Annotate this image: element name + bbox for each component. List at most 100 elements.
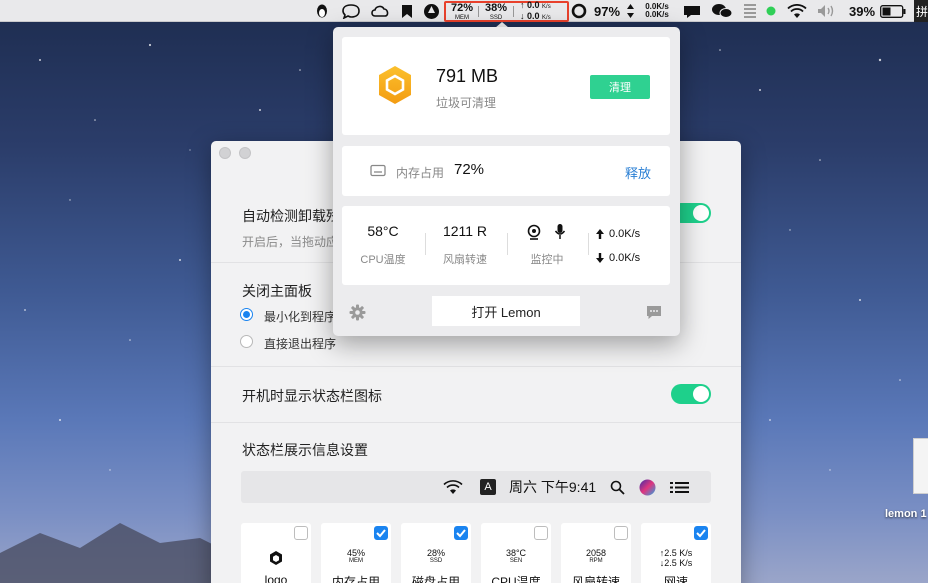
mem-value: 72% bbox=[450, 1, 474, 14]
clean-button[interactable]: 清理 bbox=[590, 75, 650, 99]
net-unit: K/s bbox=[542, 14, 551, 21]
statusbar-option-disk[interactable]: 28% SSD 磁盘占用 bbox=[401, 523, 471, 583]
junk-size: 791 MB bbox=[436, 66, 499, 86]
statusbar-preview: A 周六 下午9:41 bbox=[241, 471, 711, 503]
lemon-status-popup: 791 MB 垃圾可清理 清理 内存占用 72% 释放 58°C CPU温度 1… bbox=[333, 27, 680, 336]
siri-icon bbox=[639, 471, 656, 503]
cpu-temp-value: 58°C bbox=[367, 223, 399, 239]
desktop-file-label[interactable]: lemon 1 bbox=[885, 508, 927, 520]
battery-percent[interactable]: 39% bbox=[847, 0, 877, 22]
preview-clock: 周六 下午9:41 bbox=[509, 479, 597, 495]
penguin-icon[interactable] bbox=[313, 0, 331, 22]
input-method-indicator[interactable]: 拼 bbox=[914, 0, 928, 22]
net-up-value: 0.0 bbox=[527, 0, 540, 10]
camera-icon[interactable] bbox=[527, 224, 541, 240]
upload-speed-value: 0.0K/s bbox=[609, 228, 641, 240]
metric-divider bbox=[425, 233, 426, 255]
close-panel-title: 关闭主面板 bbox=[242, 283, 312, 299]
chat-bubble-icon[interactable] bbox=[340, 0, 362, 22]
option-checkbox[interactable] bbox=[534, 526, 548, 540]
close-window-button[interactable] bbox=[219, 147, 231, 159]
option-label: 内存占用 bbox=[331, 575, 380, 583]
mem-stat: 72% MEM bbox=[446, 1, 478, 21]
junk-panel: 791 MB 垃圾可清理 清理 bbox=[342, 37, 670, 135]
auto-detect-description: 开启后，当拖动应 bbox=[242, 235, 339, 249]
arrows-updown-icon bbox=[624, 0, 636, 22]
radio-minimize-label[interactable]: 最小化到程序 bbox=[264, 308, 336, 325]
ssd-stat: 38% SSD bbox=[479, 2, 513, 21]
desktop-file-icon[interactable] bbox=[913, 438, 928, 494]
option-value: ↑2.5 K/s bbox=[659, 548, 693, 558]
option-label: 网速 bbox=[663, 575, 688, 583]
radio-exit-label[interactable]: 直接退出程序 bbox=[264, 335, 336, 352]
messages-icon[interactable] bbox=[682, 0, 702, 22]
option-preview-value: 38°C SEN bbox=[481, 549, 551, 565]
arrow-up-icon bbox=[596, 229, 604, 239]
wifi-icon[interactable] bbox=[786, 0, 808, 22]
show-statusbar-toggle[interactable] bbox=[671, 384, 711, 404]
option-preview-value: ↑2.5 K/s ↓2.5 K/s bbox=[641, 548, 711, 569]
grid-icon[interactable] bbox=[742, 0, 758, 22]
ssd-label: SSD bbox=[489, 14, 503, 21]
shield-icon[interactable] bbox=[421, 0, 441, 22]
option-value: 2058 bbox=[585, 548, 607, 558]
memory-label: 内存占用 bbox=[396, 166, 445, 180]
cpu-temp-label: CPU温度 bbox=[360, 254, 406, 266]
net2-down-value: 0.0K/s bbox=[645, 10, 669, 19]
cloud-icon[interactable] bbox=[369, 0, 391, 22]
option-checkbox[interactable] bbox=[374, 526, 388, 540]
lemon-logo-icon bbox=[270, 551, 282, 565]
gear-icon[interactable] bbox=[349, 304, 366, 321]
monitoring-label: 监控中 bbox=[530, 254, 564, 266]
statusbar-option-memory[interactable]: 45% MEM 内存占用 bbox=[321, 523, 391, 583]
option-checkbox[interactable] bbox=[614, 526, 628, 540]
statusbar-option-fan[interactable]: 2058 RPM 风扇转速 bbox=[561, 523, 631, 583]
lemon-status-stats[interactable]: 72% MEM 38% SSD ↑ 0.0 K/s ↓ 0.0 K/s bbox=[444, 0, 569, 22]
battery-ring-percent[interactable]: 97% bbox=[592, 0, 622, 22]
wechat-icon[interactable] bbox=[710, 0, 734, 22]
control-list-icon bbox=[670, 471, 689, 503]
open-lemon-button[interactable]: 打开 Lemon bbox=[432, 296, 580, 326]
option-preview-value: 45% MEM bbox=[321, 549, 391, 565]
download-speed-value: 0.0K/s bbox=[609, 252, 641, 264]
ring-icon[interactable] bbox=[570, 0, 588, 22]
option-value: 45% bbox=[346, 548, 365, 558]
input-source-letter: A bbox=[480, 479, 496, 495]
minimize-window-button[interactable] bbox=[239, 147, 251, 159]
metric-divider bbox=[507, 233, 508, 255]
volume-icon[interactable] bbox=[816, 0, 838, 22]
option-preview-value: 28% SSD bbox=[401, 549, 471, 565]
option-value: 38°C bbox=[505, 548, 527, 558]
net-down-value: 0.0 bbox=[527, 10, 540, 21]
statusbar-option-logo[interactable]: logo bbox=[241, 523, 311, 583]
statusbar-settings-title: 状态栏展示信息设置 bbox=[242, 442, 368, 458]
input-source-icon: A bbox=[480, 471, 496, 503]
radio-minimize[interactable] bbox=[240, 308, 253, 321]
option-sub: ↓2.5 K/s bbox=[659, 558, 693, 568]
bookmark-icon[interactable] bbox=[399, 0, 415, 22]
statusbar-option-network[interactable]: ↑2.5 K/s ↓2.5 K/s 网速 bbox=[641, 523, 711, 583]
option-checkbox[interactable] bbox=[454, 526, 468, 540]
sensors-panel: 58°C CPU温度 1211 R 风扇转速 监控中 0.0K/s 0.0K/s bbox=[342, 206, 670, 285]
statusbar-option-cpu-temp[interactable]: 38°C SEN CPU温度 bbox=[481, 523, 551, 583]
green-dot-icon bbox=[765, 0, 777, 22]
junk-label: 垃圾可清理 bbox=[436, 96, 497, 110]
section-divider bbox=[211, 366, 741, 367]
arrow-down-icon bbox=[596, 253, 604, 263]
microphone-icon[interactable] bbox=[554, 223, 566, 240]
net-speed-secondary[interactable]: 0.0K/s 0.0K/s bbox=[640, 0, 674, 22]
auto-detect-title: 自动检测卸载残 bbox=[242, 208, 340, 224]
option-checkbox[interactable] bbox=[294, 526, 308, 540]
feedback-icon[interactable] bbox=[646, 305, 662, 320]
release-memory-link[interactable]: 释放 bbox=[625, 163, 651, 182]
option-checkbox[interactable] bbox=[694, 526, 708, 540]
radio-exit[interactable] bbox=[240, 335, 253, 348]
lemon-logo-icon bbox=[379, 66, 411, 104]
mem-label: MEM bbox=[455, 14, 469, 21]
wifi-icon bbox=[443, 471, 463, 503]
memory-panel: 内存占用 72% 释放 bbox=[342, 146, 670, 196]
option-sub: RPM bbox=[589, 558, 603, 564]
net-speed-stat: ↑ 0.0 K/s ↓ 0.0 K/s bbox=[520, 0, 551, 21]
option-sub: SSD bbox=[429, 558, 443, 564]
battery-icon[interactable] bbox=[879, 0, 907, 22]
